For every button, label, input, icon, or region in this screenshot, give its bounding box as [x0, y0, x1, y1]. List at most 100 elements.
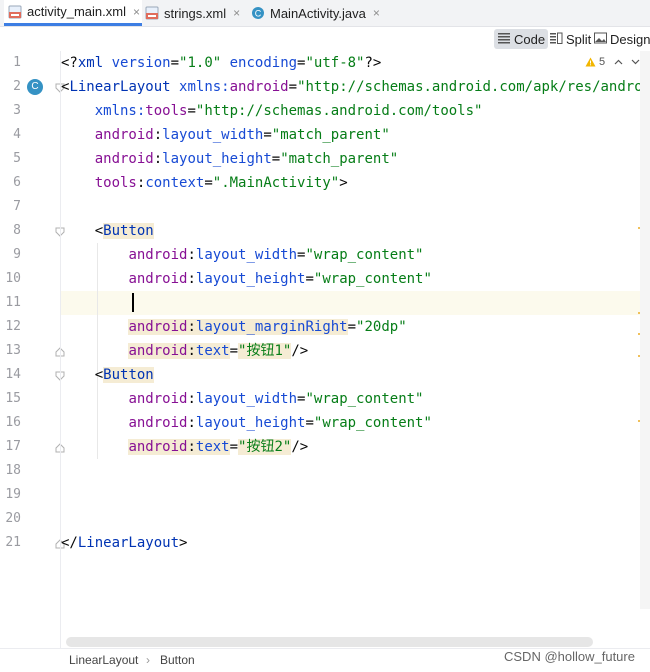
code-line: android:layout_height="match_parent": [61, 147, 398, 171]
line-number: 15: [5, 391, 21, 406]
code-token: :: [153, 151, 163, 167]
line-number: 13: [5, 343, 21, 358]
code-token: layout_height: [195, 415, 306, 431]
code-mode-button[interactable]: Code: [494, 29, 549, 49]
code-token: layout_marginRight: [195, 319, 348, 335]
tab-strings-xml[interactable]: strings.xml ×: [145, 0, 245, 26]
code-token: :: [187, 271, 196, 287]
line-number-gutter: 1 2 3 4 5 6 7 8 9 10 11 12 13 14 15 16 1…: [0, 51, 64, 638]
code-token: tools: [94, 175, 137, 191]
code-token: ?>: [364, 55, 382, 71]
code-token: :: [187, 415, 196, 431]
line-number: 11: [5, 295, 21, 310]
code-token: :: [187, 391, 196, 407]
code-token: "match_parent": [271, 127, 390, 143]
code-token: LinearLayout: [77, 535, 180, 551]
line-number: 8: [13, 223, 21, 238]
line-number: 9: [13, 247, 21, 262]
code-token: =: [305, 415, 314, 431]
class-gutter-icon[interactable]: C: [27, 79, 43, 95]
code-token: =: [229, 439, 239, 455]
tab-main-activity-java[interactable]: C MainActivity.java ×: [251, 0, 381, 26]
code-token: text: [195, 439, 230, 455]
chevron-down-icon[interactable]: [631, 56, 640, 68]
code-token: =: [263, 127, 272, 143]
code-mode-icon: [497, 32, 511, 47]
code-token: >: [339, 175, 348, 191]
code-mode-label: Code: [514, 31, 546, 47]
code-line: <?xml version="1.0" encoding="utf-8"?>: [61, 51, 381, 75]
code-token: </: [61, 535, 78, 551]
code-token: xmlns:: [94, 103, 146, 119]
watermark-text: CSDN @hollow_future: [504, 649, 635, 664]
code-line: android:layout_width="match_parent": [61, 123, 390, 147]
code-token: =: [204, 175, 213, 191]
line-number: 16: [5, 415, 21, 430]
split-mode-button[interactable]: Split: [546, 29, 594, 49]
svg-text:C: C: [255, 9, 262, 19]
tab-activity-main-xml[interactable]: activity_main.xml ×: [4, 0, 142, 26]
design-mode-label: Design: [610, 31, 650, 47]
warning-icon: [585, 57, 596, 67]
line-number: 14: [5, 367, 21, 382]
split-mode-icon: [549, 32, 563, 47]
code-line: android:layout_height="wrap_content": [61, 411, 431, 435]
code-token: tools: [145, 103, 188, 119]
code-token: text: [195, 343, 230, 359]
code-line: android:layout_width="wrap_content": [61, 387, 423, 411]
line-number: 17: [5, 439, 21, 454]
code-token: android: [229, 79, 289, 95]
close-icon[interactable]: ×: [373, 6, 380, 20]
code-token: "utf-8": [305, 55, 365, 71]
code-token: >: [179, 535, 188, 551]
line-number: 19: [5, 487, 21, 502]
code-token: layout_height: [162, 151, 272, 167]
code-token: :: [187, 319, 196, 335]
code-line: xmlns:tools="http://schemas.android.com/…: [61, 99, 483, 123]
code-line: android:layout_width="wrap_content": [61, 243, 424, 267]
line-number: 10: [5, 271, 21, 286]
code-token: <: [61, 367, 104, 383]
line-number: 12: [5, 319, 21, 334]
code-token: "wrap_content": [305, 247, 424, 263]
code-line: android:layout_marginRight="20dp": [61, 315, 407, 339]
editor-tab-bar: activity_main.xml × strings.xml × C Main…: [0, 0, 650, 27]
close-icon[interactable]: ×: [133, 5, 140, 19]
xml-file-icon: [145, 6, 159, 20]
code-editor[interactable]: <?xml version="1.0" encoding="utf-8"?> < L…: [61, 51, 650, 638]
code-token: encoding: [221, 55, 298, 71]
design-mode-button[interactable]: Design: [591, 29, 650, 49]
xml-file-icon: [8, 5, 22, 19]
line-number: 5: [13, 151, 21, 166]
close-icon[interactable]: ×: [233, 6, 240, 20]
code-token: <: [61, 223, 104, 239]
horizontal-scrollbar[interactable]: [66, 637, 593, 647]
code-line: <Button: [61, 219, 154, 243]
code-token: android: [128, 319, 188, 335]
code-line: <Button: [61, 363, 154, 387]
breadcrumb-item-button[interactable]: Button: [160, 653, 195, 667]
code-token: android: [128, 247, 188, 263]
text-cursor: [132, 293, 134, 312]
code-line: </LinearLayout>: [61, 531, 187, 555]
code-token: :: [187, 343, 196, 359]
vertical-scrollbar[interactable]: [640, 51, 650, 609]
breadcrumb-item-linearlayout[interactable]: LinearLayout: [69, 653, 138, 667]
code-token: :: [187, 247, 196, 263]
code-token: "http://schemas.android.com/tools": [195, 103, 483, 119]
chevron-up-icon[interactable]: [614, 56, 623, 68]
code-token: android: [128, 271, 188, 287]
code-token: =: [347, 319, 357, 335]
code-line: android:text="按钮2"/>: [61, 435, 308, 459]
inspection-widget[interactable]: 5: [585, 56, 640, 68]
code-token: android: [128, 343, 188, 359]
code-token: Button: [103, 223, 154, 239]
code-token: =: [288, 79, 298, 95]
split-mode-label: Split: [566, 31, 592, 47]
